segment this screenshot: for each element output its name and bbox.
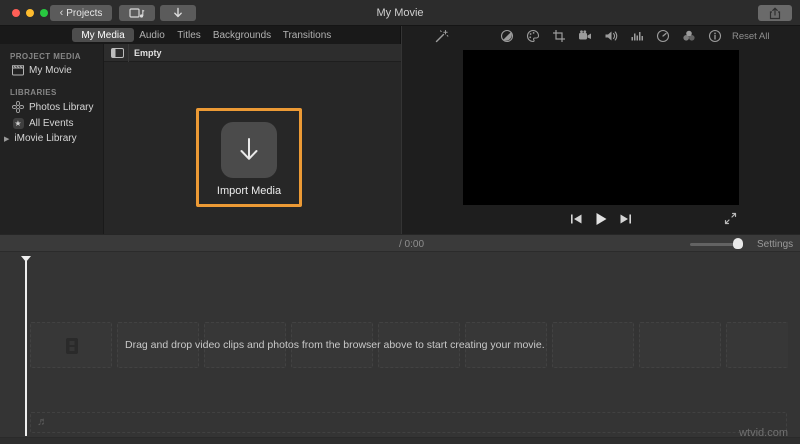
enhance-wand-icon[interactable] <box>434 29 449 44</box>
sidebar-item-label: All Events <box>29 117 74 129</box>
media-tabs: My Media Audio Titles Backgrounds Transi… <box>0 26 400 44</box>
libraries-header: LIBRARIES <box>10 88 57 97</box>
timeline-toolbar: / 0:00 Settings <box>0 234 800 252</box>
minimize-window-button[interactable] <box>26 9 34 17</box>
timeline-zoom-slider[interactable] <box>690 243 738 246</box>
tab-my-media[interactable]: My Media <box>72 28 134 42</box>
timeline-area[interactable]: Drag and drop video clips and photos fro… <box>0 253 800 444</box>
download-arrow-icon <box>172 7 184 19</box>
skip-forward-button[interactable] <box>619 213 632 225</box>
sidebar-item-label: Photos Library <box>29 101 94 113</box>
media-browser-icon <box>129 7 145 19</box>
music-note-icon: ♬ <box>37 416 48 428</box>
sidebar-item-imovie-library[interactable]: ▶ iMovie Library <box>4 133 77 144</box>
import-media-label: Import Media <box>216 185 282 197</box>
browser-empty-label: Empty <box>134 48 162 58</box>
titlebar: ‹ Projects My Movie <box>0 0 800 26</box>
time-display: / 0:00 <box>399 239 425 250</box>
photos-flower-icon <box>12 101 24 113</box>
color-balance-icon[interactable] <box>500 29 514 43</box>
viewer-pane: Reset All <box>402 26 800 234</box>
info-icon[interactable] <box>708 29 722 43</box>
close-window-button[interactable] <box>12 9 20 17</box>
browser-header: Empty <box>104 44 401 62</box>
clapboard-icon <box>12 64 24 76</box>
sidebar-item-my-movie[interactable]: My Movie <box>12 64 72 76</box>
import-toolbar-button[interactable] <box>160 5 196 21</box>
watermark-text: wtvid.com <box>739 427 788 439</box>
import-media-button[interactable] <box>221 122 277 178</box>
sidebar-item-all-events[interactable]: ★ All Events <box>12 117 73 129</box>
tab-backgrounds[interactable]: Backgrounds <box>209 26 275 44</box>
video-preview[interactable] <box>463 50 739 205</box>
noise-reduction-eq-icon[interactable] <box>630 29 644 43</box>
share-button[interactable] <box>758 5 792 21</box>
tab-titles[interactable]: Titles <box>171 26 207 44</box>
zoom-slider-thumb[interactable] <box>733 238 743 249</box>
timeline-footer <box>0 437 800 444</box>
share-icon <box>769 6 781 20</box>
stabilization-camera-icon[interactable] <box>578 29 592 43</box>
clip-placeholder[interactable] <box>639 322 721 368</box>
zoom-window-button[interactable] <box>40 9 48 17</box>
playhead-line[interactable] <box>25 261 27 436</box>
download-arrow-icon <box>236 136 262 164</box>
volume-speaker-icon[interactable] <box>604 29 618 43</box>
imovie-window: ‹ Projects My Movie My Media Audio Title… <box>0 0 800 444</box>
media-pane: My Media Audio Titles Backgrounds Transi… <box>0 26 401 234</box>
projects-button-label: Projects <box>66 7 103 19</box>
sidebar-item-label: My Movie <box>29 64 72 76</box>
disclosure-triangle-icon[interactable]: ▶ <box>4 135 9 143</box>
clip-placeholder[interactable] <box>726 322 788 368</box>
skip-back-button[interactable] <box>570 213 583 225</box>
sidebar-item-label: iMovie Library <box>14 133 77 144</box>
settings-button[interactable]: Settings <box>757 239 793 250</box>
reset-all-button[interactable]: Reset All <box>732 31 770 42</box>
projects-back-button[interactable]: ‹ Projects <box>50 5 112 21</box>
filmstrip-icon <box>65 337 79 355</box>
clip-placeholder[interactable] <box>30 322 112 368</box>
sidebar-item-photos-library[interactable]: Photos Library <box>12 101 93 113</box>
crop-icon[interactable] <box>552 29 566 43</box>
media-browser-button[interactable] <box>119 5 155 21</box>
color-correction-palette-icon[interactable] <box>526 29 540 43</box>
fullscreen-icon[interactable] <box>724 212 737 225</box>
sidebar-toggle-button[interactable] <box>111 48 124 58</box>
star-badge-icon: ★ <box>12 117 24 129</box>
timeline-placeholder-text: Drag and drop video clips and photos fro… <box>125 339 545 351</box>
adjust-toolbar <box>500 29 722 43</box>
clip-placeholder[interactable] <box>552 322 634 368</box>
project-media-header: PROJECT MEDIA <box>10 52 81 61</box>
import-highlight-annotation: Import Media <box>196 108 302 207</box>
tab-audio[interactable]: Audio <box>134 26 170 44</box>
chevron-left-icon: ‹ <box>59 7 64 19</box>
libraries-sidebar: PROJECT MEDIA My Movie LIBRARIES Photos … <box>0 44 104 234</box>
effects-clouds-icon[interactable] <box>682 29 696 43</box>
audio-track[interactable]: ♬ <box>30 412 787 433</box>
header-divider <box>128 44 129 62</box>
tab-transitions[interactable]: Transitions <box>276 26 338 44</box>
speed-gauge-icon[interactable] <box>656 29 670 43</box>
media-browser-area: Import Media <box>104 62 401 234</box>
play-button[interactable] <box>594 212 608 226</box>
transport-controls <box>402 210 800 228</box>
